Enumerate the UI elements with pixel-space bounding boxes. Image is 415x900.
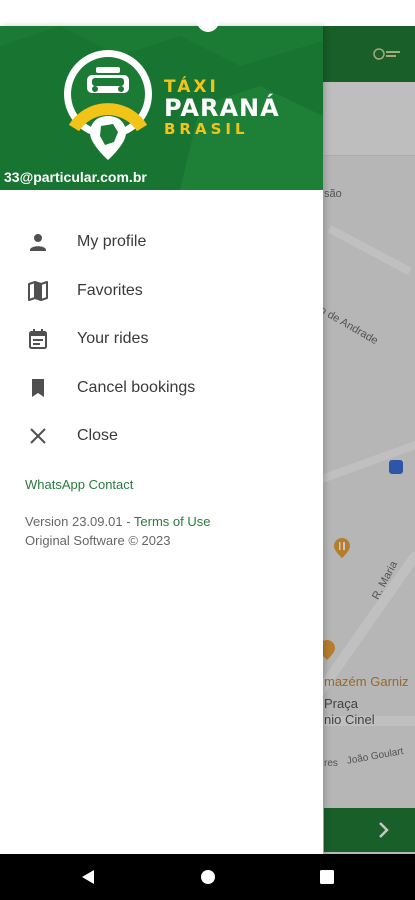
back-triangle-icon <box>82 870 94 884</box>
menu-item-label: Close <box>77 427 118 445</box>
brand-name: TÁXI PARANÁ BRASIL <box>164 77 280 139</box>
version-text: Version 23.09.01 - <box>25 514 134 529</box>
map-icon <box>26 279 50 303</box>
brand-parana: PARANÁ <box>164 94 280 122</box>
close-icon <box>26 424 50 448</box>
recents-button[interactable] <box>317 867 337 887</box>
menu-item-label: Favorites <box>77 281 143 299</box>
menu-item-cancel-bookings[interactable]: Cancel bookings <box>0 364 323 413</box>
whatsapp-contact-link[interactable]: WhatsApp Contact <box>25 477 133 492</box>
navigation-drawer: TÁXI PARANÁ BRASIL 33@particular.com.br … <box>0 26 323 854</box>
app-version-info: Version 23.09.01 - Terms of Use Original… <box>25 512 210 550</box>
home-circle-icon <box>201 870 215 884</box>
bookmark-icon <box>26 376 50 400</box>
drawer-header: TÁXI PARANÁ BRASIL 33@particular.com.br <box>0 26 323 190</box>
person-icon <box>26 230 50 254</box>
drawer-menu: My profile Favorites Your rides Cancel b… <box>0 218 323 461</box>
menu-item-favorites[interactable]: Favorites <box>0 267 323 316</box>
menu-item-label: Cancel bookings <box>77 378 196 396</box>
taxi-logo-icon <box>64 50 152 160</box>
home-button[interactable] <box>198 867 218 887</box>
menu-item-label: My profile <box>77 233 147 251</box>
menu-item-your-rides[interactable]: Your rides <box>0 315 323 364</box>
back-button[interactable] <box>78 867 98 887</box>
menu-item-close[interactable]: Close <box>0 412 323 461</box>
menu-item-label: Your rides <box>77 330 149 348</box>
user-email: 33@particular.com.br <box>4 169 147 185</box>
menu-item-my-profile[interactable]: My profile <box>0 218 323 267</box>
terms-of-use-link[interactable]: Terms of Use <box>134 514 211 529</box>
recents-square-icon <box>320 870 334 884</box>
brand-brasil: BRASIL <box>164 120 249 138</box>
system-navigation-bar <box>0 854 415 900</box>
copyright-text: Original Software © 2023 <box>25 533 171 548</box>
calendar-icon <box>26 327 50 351</box>
